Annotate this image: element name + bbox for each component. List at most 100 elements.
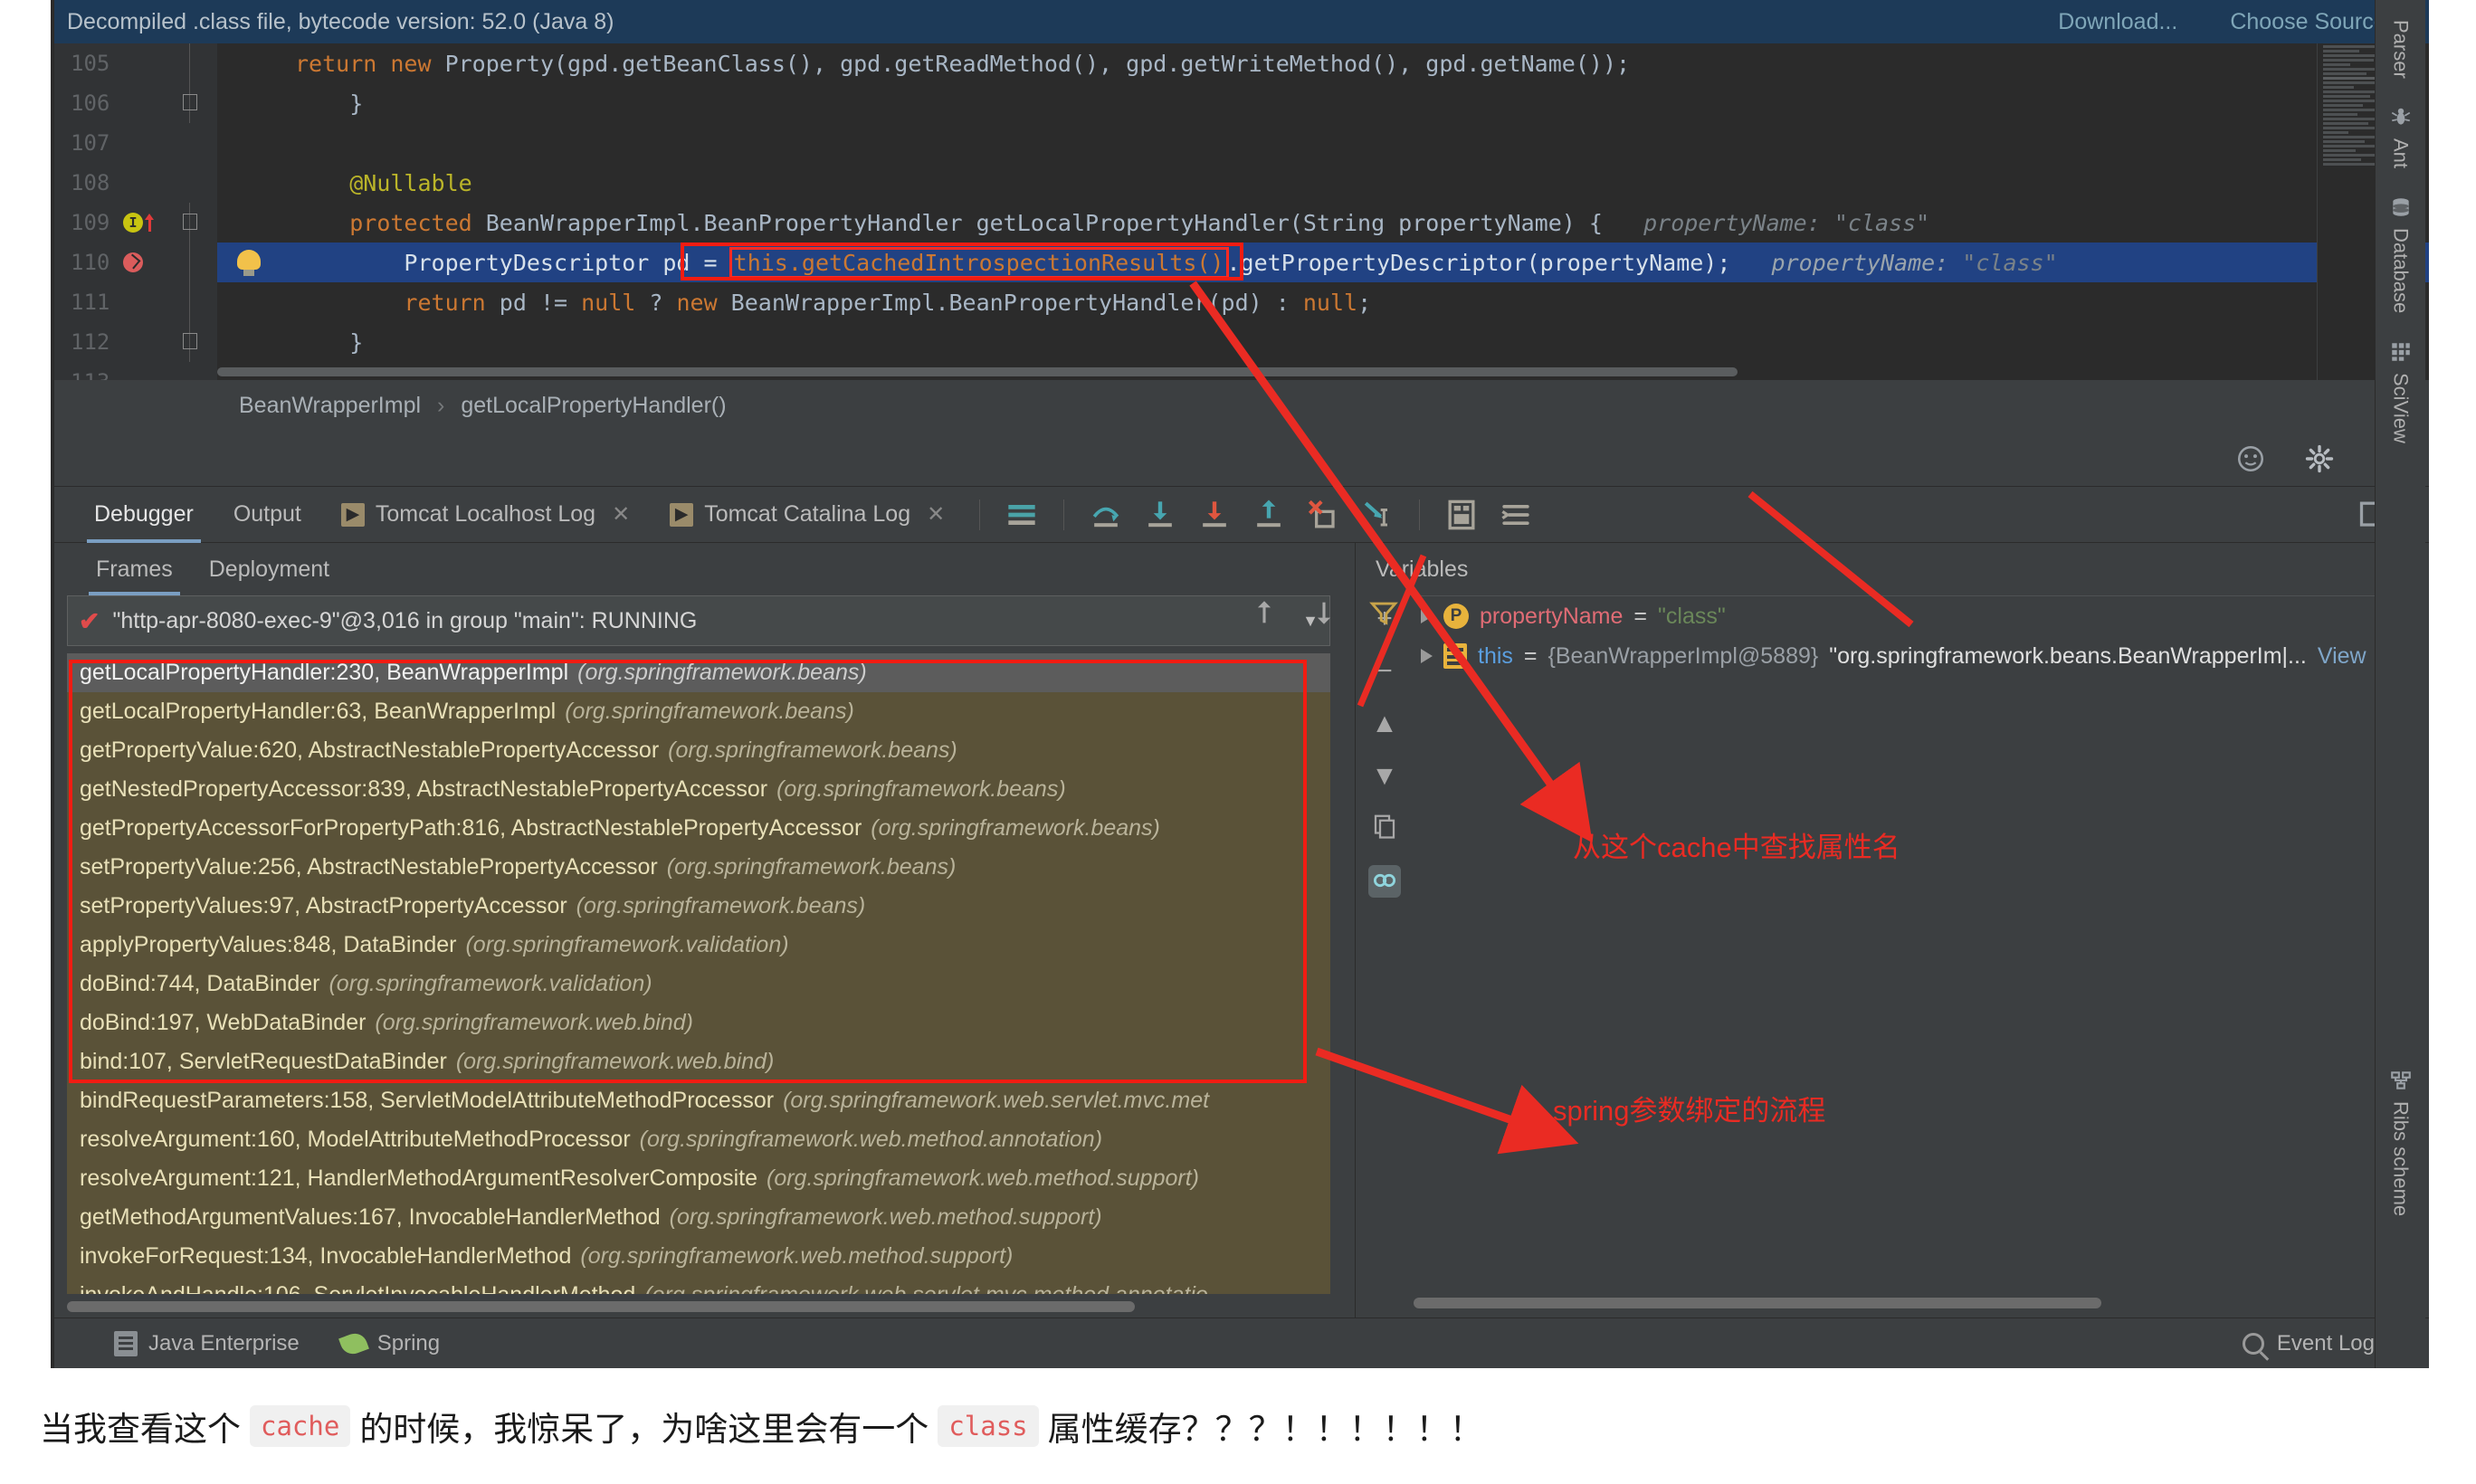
frame-row[interactable]: doBind:744, DataBinder(org.springframewo…: [67, 965, 1330, 1004]
breadcrumb-class[interactable]: BeanWrapperImpl: [239, 393, 421, 419]
settings-lines-icon[interactable]: [1496, 495, 1536, 535]
status-spring[interactable]: Spring: [341, 1331, 440, 1356]
vertical-tab-ribs-scheme[interactable]: Ribs scheme: [2389, 1058, 2413, 1232]
up-icon[interactable]: ▲: [1368, 708, 1401, 740]
down-icon[interactable]: ▼: [1368, 760, 1401, 793]
frame-row[interactable]: getMethodArgumentValues:167, InvocableHa…: [67, 1198, 1330, 1237]
frame-row[interactable]: getLocalPropertyHandler:63, BeanWrapperI…: [67, 692, 1330, 731]
run-to-cursor-icon[interactable]: [1357, 495, 1397, 535]
variable-row-this[interactable]: this = {BeanWrapperImpl@5889} "org.sprin…: [1356, 636, 2429, 676]
frames-list[interactable]: getLocalPropertyHandler:230, BeanWrapper…: [67, 653, 1330, 1294]
drop-frame-icon[interactable]: [1303, 495, 1343, 535]
step-over-icon[interactable]: [1086, 495, 1126, 535]
fold-column[interactable]: [163, 203, 217, 243]
step-into-icon[interactable]: [1140, 495, 1180, 535]
code-line: 109 I protected BeanWrapperImpl.BeanProp…: [54, 203, 2429, 243]
evaluate-expression-icon[interactable]: [1442, 495, 1481, 535]
download-link[interactable]: Download...: [2058, 9, 2177, 35]
thread-label: "http-apr-8080-exec-9"@3,016 in group "m…: [112, 608, 697, 634]
frame-row[interactable]: bindRequestParameters:158, ServletModelA…: [67, 1081, 1330, 1120]
frame-row[interactable]: doBind:197, WebDataBinder(org.springfram…: [67, 1004, 1330, 1042]
scrollbar-thumb[interactable]: [1414, 1298, 2101, 1308]
scrollbar-thumb[interactable]: [67, 1301, 1135, 1312]
frame-row[interactable]: applyPropertyValues:848, DataBinder(org.…: [67, 926, 1330, 965]
settings-gear-icon[interactable]: [2304, 443, 2335, 474]
code-editor[interactable]: 105 return new Property(gpd.getBeanClass…: [54, 43, 2429, 380]
frame-row[interactable]: getPropertyValue:620, AbstractNestablePr…: [67, 731, 1330, 770]
variable-row-propertyName[interactable]: P propertyName = "class": [1356, 596, 2429, 636]
close-icon[interactable]: ✕: [927, 501, 945, 528]
fold-column[interactable]: [163, 163, 217, 203]
frame-package: (org.springframework.beans): [871, 815, 1160, 842]
fold-column[interactable]: [163, 43, 217, 83]
vertical-tab-ant[interactable]: Ant: [2389, 95, 2413, 185]
tab-debugger[interactable]: Debugger: [74, 487, 214, 543]
breakpoint-icon[interactable]: [123, 252, 143, 272]
up-arrow-icon[interactable]: [1249, 597, 1280, 633]
variables-horizontal-scrollbar[interactable]: [1414, 1298, 2391, 1308]
vertical-tab-label: Ant: [2389, 138, 2413, 168]
fold-column[interactable]: [163, 83, 217, 123]
fold-minus-icon[interactable]: [183, 333, 197, 349]
fold-column[interactable]: [163, 322, 217, 362]
tab-tomcat-catalina-log[interactable]: ▶ Tomcat Catalina Log ✕: [650, 487, 965, 543]
subtab-deployment[interactable]: Deployment: [191, 543, 348, 595]
frame-row[interactable]: setPropertyValue:256, AbstractNestablePr…: [67, 848, 1330, 887]
close-icon[interactable]: ✕: [612, 501, 630, 528]
frame-method: getMethodArgumentValues:167, InvocableHa…: [80, 1204, 661, 1231]
frame-row[interactable]: getNestedPropertyAccessor:839, AbstractN…: [67, 770, 1330, 809]
frame-row[interactable]: resolveArgument:121, HandlerMethodArgume…: [67, 1159, 1330, 1198]
view-link[interactable]: View: [2318, 643, 2366, 670]
vertical-tab-sciview[interactable]: SciView: [2389, 329, 2413, 460]
subtab-frames[interactable]: Frames: [78, 543, 191, 595]
vertical-tab-database[interactable]: Database: [2389, 185, 2413, 329]
frames-horizontal-scrollbar[interactable]: [67, 1301, 1330, 1312]
editor-horizontal-scrollbar[interactable]: [163, 367, 1692, 376]
tab-label: Tomcat Catalina Log: [704, 501, 910, 528]
thread-selector[interactable]: ✔ "http-apr-8080-exec-9"@3,016 in group …: [67, 595, 1330, 646]
page-caption: 当我查看这个 cache 的时候，我惊呆了，为啥这里会有一个 class 属性缓…: [0, 1368, 2476, 1484]
fold-minus-icon[interactable]: [183, 214, 197, 230]
chevron-right-icon[interactable]: [1421, 649, 1433, 663]
help-icon[interactable]: [2235, 443, 2266, 474]
status-java-enterprise[interactable]: Java Enterprise: [114, 1331, 300, 1356]
force-step-into-icon[interactable]: [1195, 495, 1234, 535]
frame-row[interactable]: invokeForRequest:134, InvocableHandlerMe…: [67, 1237, 1330, 1276]
line-number: 105: [71, 51, 121, 76]
fold-column[interactable]: [163, 123, 217, 163]
step-out-icon[interactable]: [1249, 495, 1289, 535]
scrollbar-thumb[interactable]: [217, 367, 1738, 376]
token-keyword: new: [390, 51, 431, 77]
token-plain: .getPropertyDescriptor(propertyName);: [1227, 250, 1731, 276]
frame-method: resolveArgument:121, HandlerMethodArgume…: [80, 1165, 757, 1192]
frame-row[interactable]: resolveArgument:160, ModelAttributeMetho…: [67, 1120, 1330, 1159]
lightbulb-icon[interactable]: [237, 250, 261, 270]
intention-column[interactable]: [217, 243, 288, 282]
fold-column[interactable]: [163, 243, 217, 282]
layout-menu-icon[interactable]: [1002, 495, 1042, 535]
tab-tomcat-localhost-log[interactable]: ▶ Tomcat Localhost Log ✕: [321, 487, 650, 543]
remove-icon[interactable]: −: [1368, 655, 1401, 688]
watch-icon[interactable]: [1368, 865, 1401, 898]
breadcrumb[interactable]: BeanWrapperImpl › getLocalPropertyHandle…: [54, 380, 2429, 431]
frame-row[interactable]: getLocalPropertyHandler:230, BeanWrapper…: [67, 653, 1330, 692]
frame-method: doBind:744, DataBinder: [80, 971, 319, 997]
chevron-right-icon[interactable]: [1421, 609, 1433, 623]
filter-icon[interactable]: [1368, 597, 1399, 633]
frame-row[interactable]: getPropertyAccessorForPropertyPath:816, …: [67, 809, 1330, 848]
down-arrow-icon[interactable]: [1309, 597, 1339, 633]
frame-row[interactable]: bind:107, ServletRequestDataBinder(org.s…: [67, 1042, 1330, 1081]
line-gutter: 110: [54, 243, 163, 282]
frame-method: invokeAndHandle:106, ServletInvocableHan…: [80, 1282, 635, 1294]
vertical-tab-parser[interactable]: Parser: [2389, 9, 2413, 95]
line-number: 110: [71, 250, 121, 275]
breadcrumb-method[interactable]: getLocalPropertyHandler(): [461, 393, 726, 419]
frame-row[interactable]: setPropertyValues:97, AbstractPropertyAc…: [67, 887, 1330, 926]
code-text: @Nullable: [288, 170, 472, 196]
tab-output[interactable]: Output: [214, 487, 321, 543]
frame-row[interactable]: invokeAndHandle:106, ServletInvocableHan…: [67, 1276, 1330, 1294]
copy-icon[interactable]: [1368, 813, 1401, 845]
fold-column[interactable]: [163, 282, 217, 322]
override-icon[interactable]: I: [123, 213, 143, 233]
fold-minus-icon[interactable]: [183, 94, 197, 110]
